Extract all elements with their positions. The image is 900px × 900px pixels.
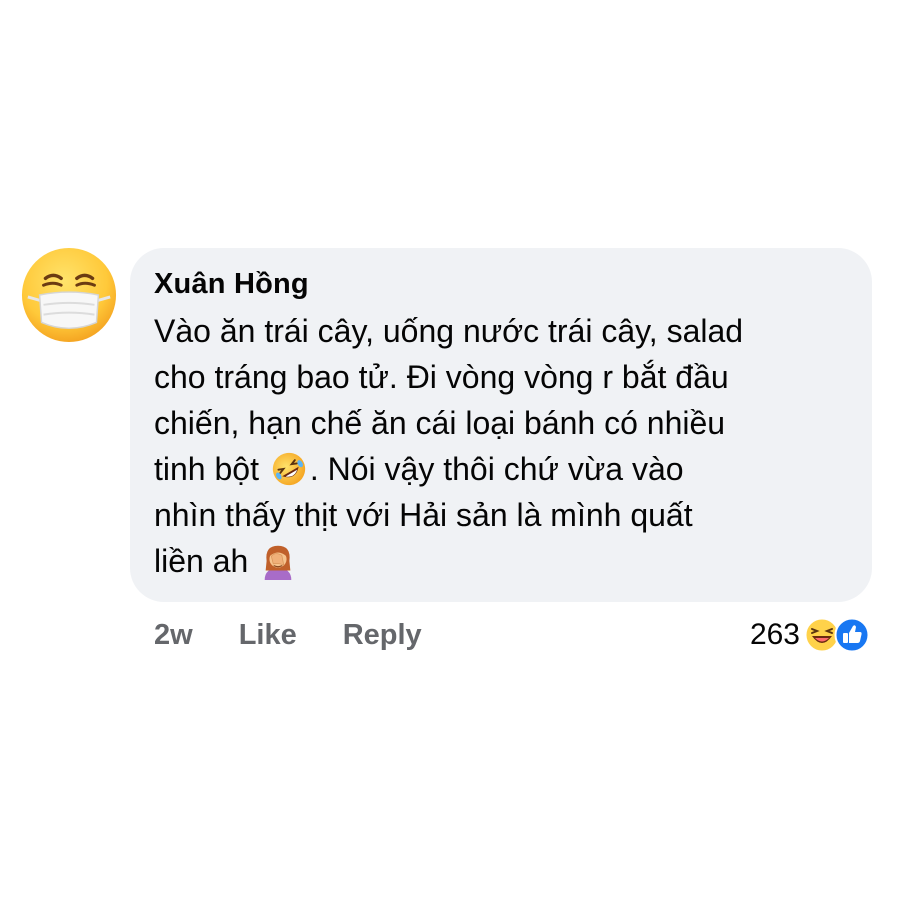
comment-author[interactable]: Xuân Hồng	[154, 266, 846, 302]
comment-line-4a: tinh bột	[154, 451, 259, 487]
like-icon	[834, 617, 870, 653]
avatar[interactable]	[20, 246, 118, 344]
reaction-count: 263	[749, 618, 800, 651]
comment-screen: Xuân Hồng Vào ăn trái cây, uống nước trá…	[0, 0, 900, 900]
face-with-medical-mask-icon	[21, 247, 117, 343]
like-button[interactable]: Like	[239, 619, 297, 652]
comment-line-5: nhìn thấy thịt với Hải sản là mình quất	[154, 497, 693, 533]
comment-timestamp[interactable]: 2w	[154, 619, 193, 652]
comment-line-3: chiến, hạn chế ăn cái loại bánh có nhiều	[154, 405, 726, 441]
reply-button[interactable]: Reply	[343, 619, 422, 652]
comment-actions: 2w Like Reply 263	[154, 612, 870, 658]
comment-line-6: liền ah	[154, 538, 846, 584]
woman-facepalming-icon	[259, 542, 297, 580]
comment-bubble: Xuân Hồng Vào ăn trái cây, uống nước trá…	[130, 248, 872, 602]
rolling-on-floor-laughing-icon	[270, 450, 308, 488]
comment-line-1: Vào ăn trái cây, uống nước trái cây, sal…	[154, 313, 744, 349]
comment-text: Vào ăn trái cây, uống nước trái cây, sal…	[154, 308, 846, 584]
comment-line-4b: . Nói vậy thôi chứ vừa vào	[309, 451, 684, 487]
comment-line-2: cho tráng bao tử. Đi vòng vòng r bắt đầu	[154, 359, 729, 395]
comment-line-6a: liền ah	[154, 543, 249, 579]
reaction-summary[interactable]: 263	[750, 612, 870, 658]
comment-line-4: tinh bột . Nói vậy thôi chứ vừa vào	[154, 446, 846, 492]
